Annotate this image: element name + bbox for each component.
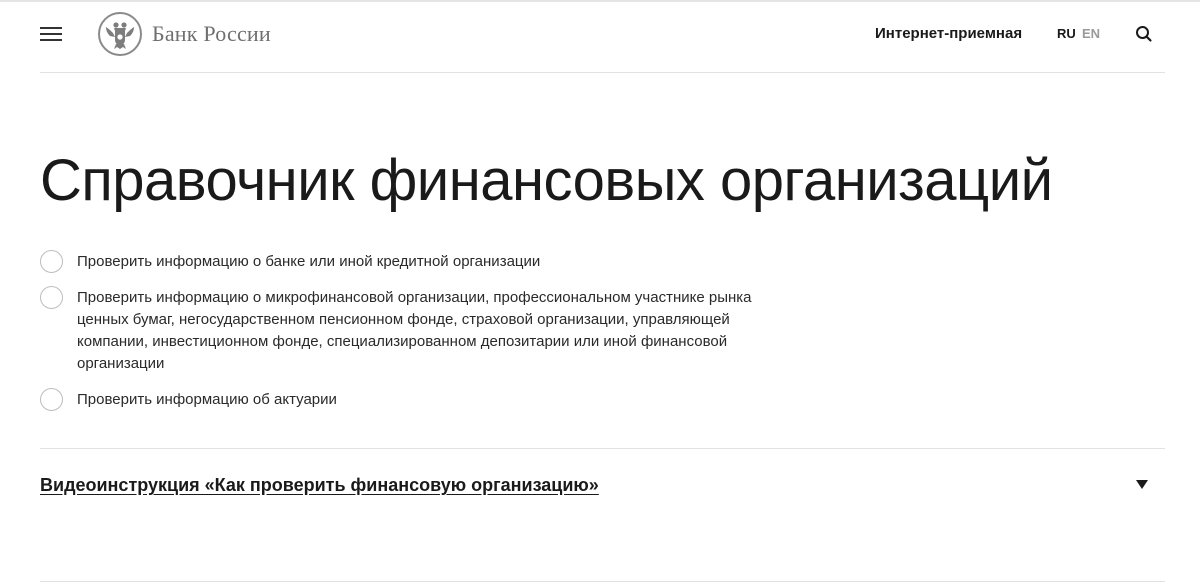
lang-en-button[interactable]: EN [1082, 26, 1100, 41]
page: Банк России Интернет-приемная RU EN Спра… [0, 0, 1200, 584]
search-icon[interactable] [1134, 24, 1154, 44]
radio-button[interactable] [40, 286, 63, 309]
eagle-emblem-icon [98, 12, 142, 56]
header-divider [40, 72, 1165, 73]
option-label: Проверить информацию о микрофинансовой о… [77, 289, 752, 372]
hamburger-line [40, 33, 62, 35]
page-title: Справочник финансовых организаций [40, 148, 1053, 213]
hamburger-line [40, 27, 62, 29]
option-label: Проверить информацию о банке или иной кр… [77, 253, 541, 270]
section-divider [40, 448, 1165, 449]
hamburger-line [40, 39, 62, 41]
option-actuary[interactable]: Проверить информацию об актуарии [40, 388, 797, 411]
eagle-emblem-svg [106, 22, 134, 49]
video-instruction-link[interactable]: Видеоинструкция «Как проверить финансову… [40, 475, 599, 496]
search-icon-svg [1136, 26, 1152, 42]
site-header: Банк России Интернет-приемная RU EN [0, 2, 1200, 72]
lang-ru-button[interactable]: RU [1057, 26, 1076, 41]
radio-button[interactable] [40, 250, 63, 273]
logo-text: Банк России [152, 21, 271, 46]
option-credit-organization[interactable]: Проверить информацию о банке или иной кр… [40, 250, 797, 273]
option-label: Проверить информацию об актуарии [77, 391, 337, 408]
hamburger-icon[interactable] [40, 24, 64, 42]
triangle-down-icon[interactable] [1136, 480, 1148, 489]
radio-button[interactable] [40, 388, 63, 411]
option-financial-organization[interactable]: Проверить информацию о микрофинансовой о… [40, 286, 797, 375]
section-divider [40, 581, 1165, 582]
internet-reception-link[interactable]: Интернет-приемная [875, 25, 1022, 42]
bank-logo[interactable]: Банк России [98, 11, 271, 57]
